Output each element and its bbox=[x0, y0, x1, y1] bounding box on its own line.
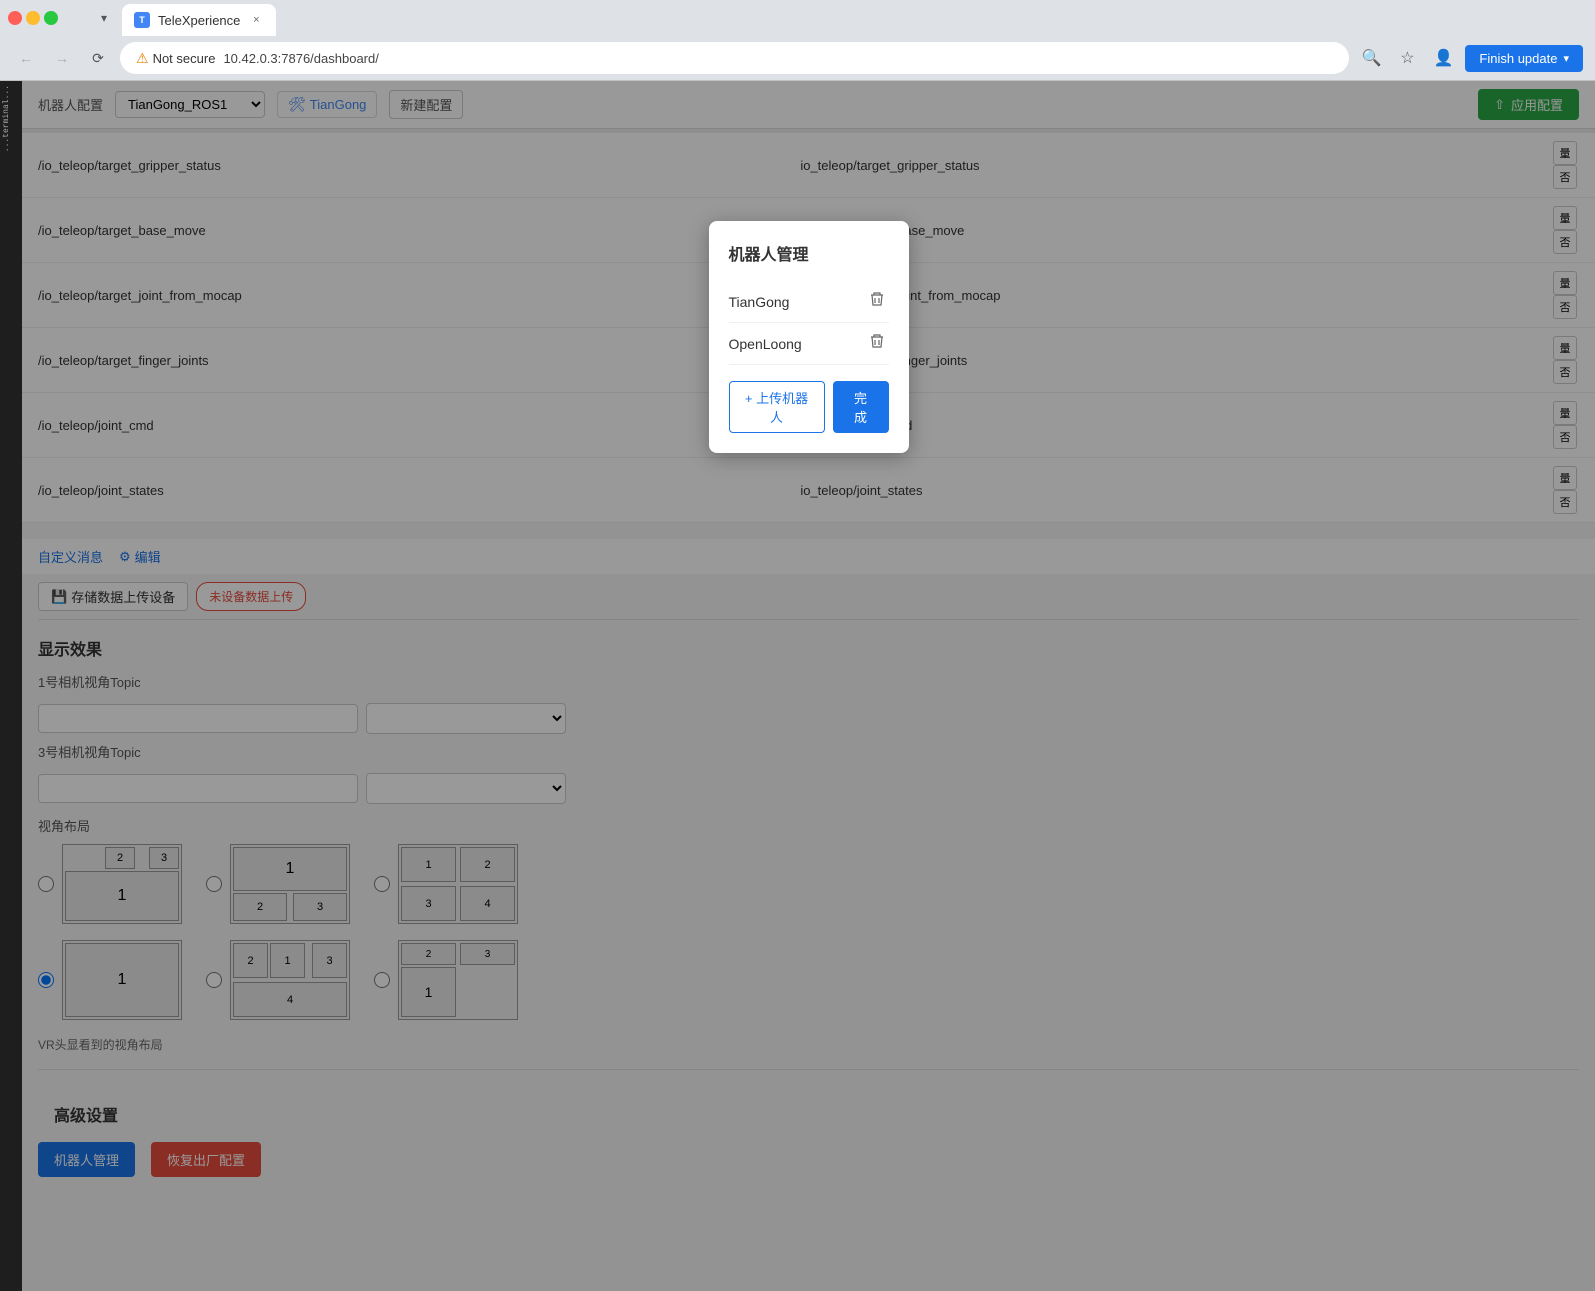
window-controls bbox=[8, 11, 58, 25]
main-content: ...terminal... 机器人配置 TianGong_ROS1 🛠 Tia… bbox=[0, 81, 1595, 1291]
trash-icon bbox=[869, 291, 885, 307]
terminal-sidebar: ...terminal... bbox=[0, 81, 22, 1291]
robot-list-item-2: OpenLoong bbox=[729, 323, 889, 365]
bookmark-button[interactable]: ☆ bbox=[1393, 44, 1421, 72]
robot-list-item-1: TianGong bbox=[729, 281, 889, 323]
window-maximize-button[interactable] bbox=[44, 11, 58, 25]
dropdown-arrow-icon: ▾ bbox=[1563, 52, 1569, 65]
tab-bar: ▾ T TeleXperience × bbox=[0, 0, 1595, 36]
address-bar: ← → ⟳ ⚠ Not secure 10.42.0.3:7876/dashbo… bbox=[0, 36, 1595, 80]
tab-title: TeleXperience bbox=[158, 13, 240, 28]
trash-icon bbox=[869, 333, 885, 349]
address-bar-actions: 🔍 ☆ 👤 Finish update ▾ bbox=[1357, 44, 1583, 72]
tab-dropdown-button[interactable]: ▾ bbox=[90, 4, 118, 32]
modal-title: 机器人管理 bbox=[729, 241, 889, 265]
warning-icon: ⚠ bbox=[136, 50, 149, 67]
robot-name-openloong: OpenLoong bbox=[729, 336, 802, 352]
browser-chrome: ▾ T TeleXperience × ← → ⟳ ⚠ Not secure 1… bbox=[0, 0, 1595, 81]
window-minimize-button[interactable] bbox=[26, 11, 40, 25]
not-secure-label: Not secure bbox=[153, 51, 216, 66]
modal-overlay: 机器人管理 TianGong OpenLoong bbox=[22, 81, 1595, 1291]
modal-footer: + 上传机器人 完成 bbox=[729, 381, 889, 433]
delete-openloong-button[interactable] bbox=[865, 331, 889, 356]
profile-button[interactable]: 👤 bbox=[1429, 44, 1457, 72]
modal-done-button[interactable]: 完成 bbox=[833, 381, 889, 433]
tab-favicon: T bbox=[134, 12, 150, 28]
robot-list: TianGong OpenLoong bbox=[729, 281, 889, 365]
security-indicator: ⚠ Not secure bbox=[136, 50, 215, 67]
robot-management-modal: 机器人管理 TianGong OpenLoong bbox=[709, 221, 909, 453]
upload-robot-button[interactable]: + 上传机器人 bbox=[729, 381, 825, 433]
back-button[interactable]: ← bbox=[12, 44, 40, 72]
active-tab[interactable]: T TeleXperience × bbox=[122, 4, 276, 36]
tab-close-button[interactable]: × bbox=[248, 12, 264, 28]
address-input-container[interactable]: ⚠ Not secure 10.42.0.3:7876/dashboard/ bbox=[120, 42, 1349, 74]
address-text: 10.42.0.3:7876/dashboard/ bbox=[223, 51, 378, 66]
page-area: 机器人配置 TianGong_ROS1 🛠 TianGong 新建配置 ⇧ 应用… bbox=[22, 81, 1595, 1291]
window-close-button[interactable] bbox=[8, 11, 22, 25]
refresh-button[interactable]: ⟳ bbox=[84, 44, 112, 72]
finish-update-button[interactable]: Finish update ▾ bbox=[1465, 45, 1583, 72]
forward-button[interactable]: → bbox=[48, 44, 76, 72]
delete-tiangong-button[interactable] bbox=[865, 289, 889, 314]
search-button[interactable]: 🔍 bbox=[1357, 44, 1385, 72]
robot-name-tiangong: TianGong bbox=[729, 294, 790, 310]
finish-update-label: Finish update bbox=[1479, 51, 1557, 66]
